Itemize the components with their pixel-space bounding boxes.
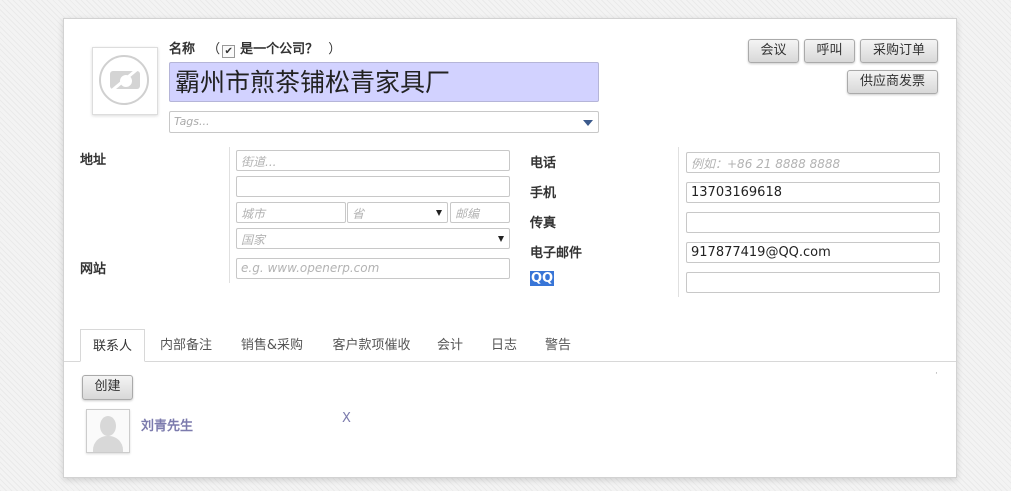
- address-label: 地址: [80, 153, 107, 168]
- tags-placeholder: Tags...: [174, 115, 210, 128]
- tab-contacts[interactable]: 联系人: [80, 329, 145, 362]
- qq-input[interactable]: [686, 272, 940, 293]
- name-label: 名称: [169, 42, 196, 57]
- is-company-checkbox[interactable]: ✔: [222, 45, 236, 58]
- purchase-order-button[interactable]: 采购订单: [860, 39, 938, 63]
- tab-payment-followup[interactable]: 客户款项催收: [324, 329, 419, 361]
- tab-warnings[interactable]: 警告: [538, 329, 578, 361]
- name-label-row: 名称 （✔ 是一个公司？）: [169, 42, 342, 58]
- street2-input[interactable]: [236, 176, 510, 197]
- qq-label: QQ: [530, 271, 555, 286]
- website-label: 网站: [80, 262, 107, 277]
- mobile-label: 手机: [530, 186, 557, 201]
- zip-input[interactable]: 邮编: [450, 202, 510, 223]
- phone-input[interactable]: 例如：+86 21 8888 8888: [686, 152, 940, 173]
- contact-name-link[interactable]: 刘青先生: [141, 415, 193, 434]
- is-company-label: 是一个公司？: [240, 42, 319, 57]
- email-input[interactable]: 917877419@QQ.com: [686, 242, 940, 263]
- partner-form-sheet: 名称 （✔ 是一个公司？） 霸州市煎茶铺松青家具厂 Tags... 会议 呼叫 采…: [63, 18, 957, 478]
- remove-contact-button[interactable]: X: [342, 411, 351, 426]
- state-dropdown-icon: [436, 210, 442, 216]
- tab-history[interactable]: 日志: [484, 329, 524, 361]
- call-button[interactable]: 呼叫: [804, 39, 855, 63]
- state-select[interactable]: 省: [347, 202, 448, 223]
- contact-avatar[interactable]: [86, 409, 130, 453]
- tags-dropdown-icon[interactable]: [583, 120, 593, 126]
- company-logo-placeholder[interactable]: [92, 47, 158, 115]
- country-select[interactable]: 国家: [236, 228, 510, 249]
- tab-internal-notes[interactable]: 内部备注: [152, 329, 220, 361]
- website-input[interactable]: e.g. www.openerp.com: [236, 258, 510, 279]
- phone-label: 电话: [530, 156, 557, 171]
- meeting-button[interactable]: 会议: [748, 39, 799, 63]
- fax-label: 传真: [530, 216, 557, 231]
- company-name-input[interactable]: 霸州市煎茶铺松青家具厂: [169, 62, 599, 102]
- street-input[interactable]: 街道...: [236, 150, 510, 171]
- notebook-tabs: 联系人 内部备注 销售&采购 客户款项催收 会计 日志 警告: [64, 329, 956, 362]
- create-contact-button[interactable]: 创建: [82, 375, 133, 400]
- city-input[interactable]: 城市: [236, 202, 346, 223]
- mobile-input[interactable]: 13703169618: [686, 182, 940, 203]
- fax-input[interactable]: [686, 212, 940, 233]
- tab-sales-purchases[interactable]: 销售&采购: [232, 329, 312, 361]
- tab-accounting[interactable]: 会计: [430, 329, 470, 361]
- country-dropdown-icon: [498, 236, 504, 242]
- supplier-invoice-button[interactable]: 供应商发票: [847, 70, 938, 94]
- tags-input[interactable]: Tags...: [169, 111, 599, 133]
- email-label: 电子邮件: [530, 246, 583, 261]
